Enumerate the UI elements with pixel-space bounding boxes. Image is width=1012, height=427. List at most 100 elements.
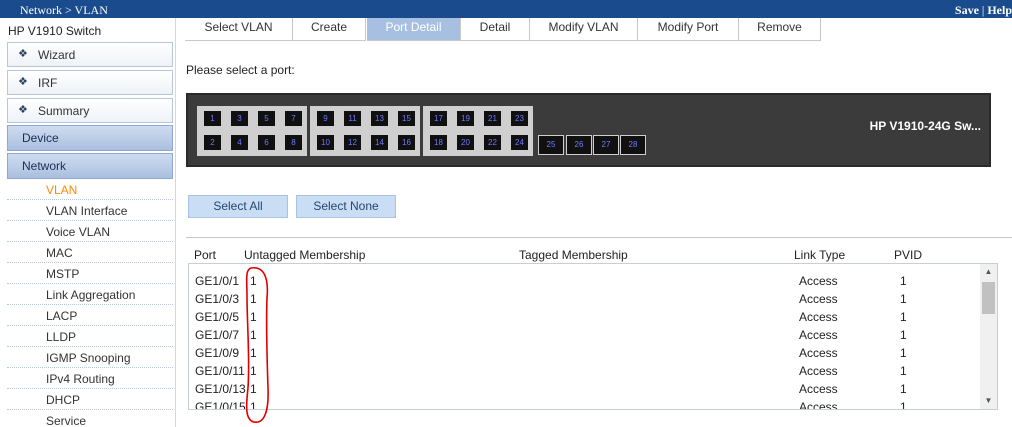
sidebar-item-mstp[interactable]: MSTP [7, 263, 173, 284]
port-3[interactable]: 3 [229, 109, 250, 128]
table-row[interactable]: GE1/0/15 1 Access 1 [189, 398, 979, 409]
port-15[interactable]: 15 [396, 109, 417, 128]
port-2[interactable]: 2 [202, 133, 223, 152]
table-row[interactable]: GE1/0/5 1 Access 1 [189, 308, 979, 326]
device-title: HP V1910 Switch [8, 24, 102, 38]
port-8[interactable]: 8 [283, 133, 304, 152]
sidebar-section-network[interactable]: Network [7, 153, 173, 179]
sidebar-item-voice-vlan[interactable]: Voice VLAN [7, 221, 173, 242]
port-6[interactable]: 6 [256, 133, 277, 152]
port-11[interactable]: 11 [342, 109, 363, 128]
sfp-port-26[interactable]: 26 [566, 135, 592, 155]
port-17[interactable]: 17 [428, 109, 449, 128]
port-detail-list[interactable]: GE1/0/1 1 Access 1 GE1/0/3 1 Access 1 GE… [188, 263, 998, 410]
sidebar-item-label: MSTP [46, 267, 80, 281]
sidebar-item-label: Summary [38, 104, 90, 118]
port-block: 1 3 5 7 2 4 6 8 [197, 106, 307, 156]
tab-create[interactable]: Create [293, 18, 366, 41]
port-5[interactable]: 5 [256, 109, 277, 128]
port-23[interactable]: 23 [509, 109, 530, 128]
select-all-button[interactable]: Select All [188, 195, 288, 218]
cell-untagged: 1 [250, 382, 257, 396]
column-header-port: Port [194, 248, 217, 262]
table-row[interactable]: GE1/0/7 1 Access 1 [189, 326, 979, 344]
tab-detail[interactable]: Detail [461, 18, 530, 41]
column-header-pvid: PVID [894, 248, 923, 262]
port-20[interactable]: 20 [455, 133, 476, 152]
cell-link-type: Access [799, 310, 838, 324]
table-row[interactable]: GE1/0/13 1 Access 1 [189, 380, 979, 398]
sidebar-item-label: Service [46, 414, 87, 427]
sfp-port-28[interactable]: 28 [620, 135, 646, 155]
sidebar-item-lldp[interactable]: LLDP [7, 326, 173, 347]
port-14[interactable]: 14 [369, 133, 390, 152]
cell-link-type: Access [799, 292, 838, 306]
sidebar-item-igmp-snooping[interactable]: IGMP Snooping [7, 347, 173, 368]
port-block: 9 11 13 15 10 12 14 16 [310, 106, 420, 156]
sidebar-item-summary[interactable]: ❖ Summary [7, 98, 173, 123]
cell-link-type: Access [799, 382, 838, 396]
port-10[interactable]: 10 [315, 133, 336, 152]
diamond-bullet-icon: ❖ [18, 48, 28, 60]
cell-link-type: Access [799, 346, 838, 360]
sidebar-item-ipv4-routing[interactable]: IPv4 Routing [7, 368, 173, 389]
select-port-prompt: Please select a port: [186, 63, 295, 77]
sidebar-item-vlan-interface[interactable]: VLAN Interface [7, 200, 173, 221]
sidebar-item-wizard[interactable]: ❖ Wizard [7, 42, 173, 67]
port-1[interactable]: 1 [202, 109, 223, 128]
table-row[interactable]: GE1/0/3 1 Access 1 [189, 290, 979, 308]
tab-select-vlan[interactable]: Select VLAN [185, 18, 293, 41]
port-21[interactable]: 21 [482, 109, 503, 128]
cell-untagged: 1 [250, 328, 257, 342]
port-19[interactable]: 19 [455, 109, 476, 128]
cell-untagged: 1 [250, 310, 257, 324]
cell-link-type: Access [799, 328, 838, 342]
cell-port: GE1/0/11 [195, 364, 245, 378]
sfp-port-25[interactable]: 25 [538, 135, 564, 155]
port-block: 17 19 21 23 18 20 22 24 [423, 106, 533, 156]
sidebar-item-irf[interactable]: ❖ IRF [7, 70, 173, 95]
port-24[interactable]: 24 [509, 133, 530, 152]
sidebar-section-device[interactable]: Device [7, 125, 173, 151]
table-row[interactable]: GE1/0/11 1 Access 1 [189, 362, 979, 380]
cell-untagged: 1 [250, 274, 257, 288]
select-none-button[interactable]: Select None [296, 195, 396, 218]
column-header-tagged: Tagged Membership [519, 248, 628, 262]
sidebar-item-vlan[interactable]: VLAN [7, 179, 173, 200]
tab-remove[interactable]: Remove [739, 18, 821, 41]
section-divider [186, 237, 1012, 238]
sidebar-item-service[interactable]: Service [7, 410, 173, 427]
table-row[interactable]: GE1/0/1 1 Access 1 [189, 272, 979, 290]
port-12[interactable]: 12 [342, 133, 363, 152]
port-7[interactable]: 7 [283, 109, 304, 128]
port-18[interactable]: 18 [428, 133, 449, 152]
sidebar-item-lacp[interactable]: LACP [7, 305, 173, 326]
sidebar-item-mac[interactable]: MAC [7, 242, 173, 263]
port-16[interactable]: 16 [396, 133, 417, 152]
sidebar-item-label: LLDP [46, 330, 77, 344]
tab-modify-port[interactable]: Modify Port [638, 18, 739, 41]
cell-port: GE1/0/9 [195, 346, 240, 360]
scroll-down-arrow-icon[interactable]: ▼ [980, 393, 997, 409]
port-4[interactable]: 4 [229, 133, 250, 152]
table-row[interactable]: GE1/0/9 1 Access 1 [189, 344, 979, 362]
sidebar-item-label: LACP [46, 309, 78, 323]
scroll-up-arrow-icon[interactable]: ▲ [980, 264, 997, 280]
help-link[interactable]: Help [987, 3, 1012, 17]
cell-port: GE1/0/1 [195, 274, 240, 288]
sidebar-item-label: Wizard [38, 48, 76, 62]
save-link[interactable]: Save [955, 3, 979, 17]
vertical-scrollbar[interactable]: ▲ ▼ [980, 264, 997, 409]
cell-pvid: 1 [900, 382, 907, 396]
tab-modify-vlan[interactable]: Modify VLAN [530, 18, 638, 41]
cell-link-type: Access [799, 364, 838, 378]
port-9[interactable]: 9 [315, 109, 336, 128]
port-22[interactable]: 22 [482, 133, 503, 152]
tab-port-detail[interactable]: Port Detail [367, 18, 461, 41]
sidebar-item-link-aggregation[interactable]: Link Aggregation [7, 284, 173, 305]
sidebar-item-label: DHCP [46, 393, 81, 407]
sidebar-item-dhcp[interactable]: DHCP [7, 389, 173, 410]
sfp-port-27[interactable]: 27 [593, 135, 619, 155]
port-13[interactable]: 13 [369, 109, 390, 128]
scrollbar-thumb[interactable] [982, 282, 995, 314]
